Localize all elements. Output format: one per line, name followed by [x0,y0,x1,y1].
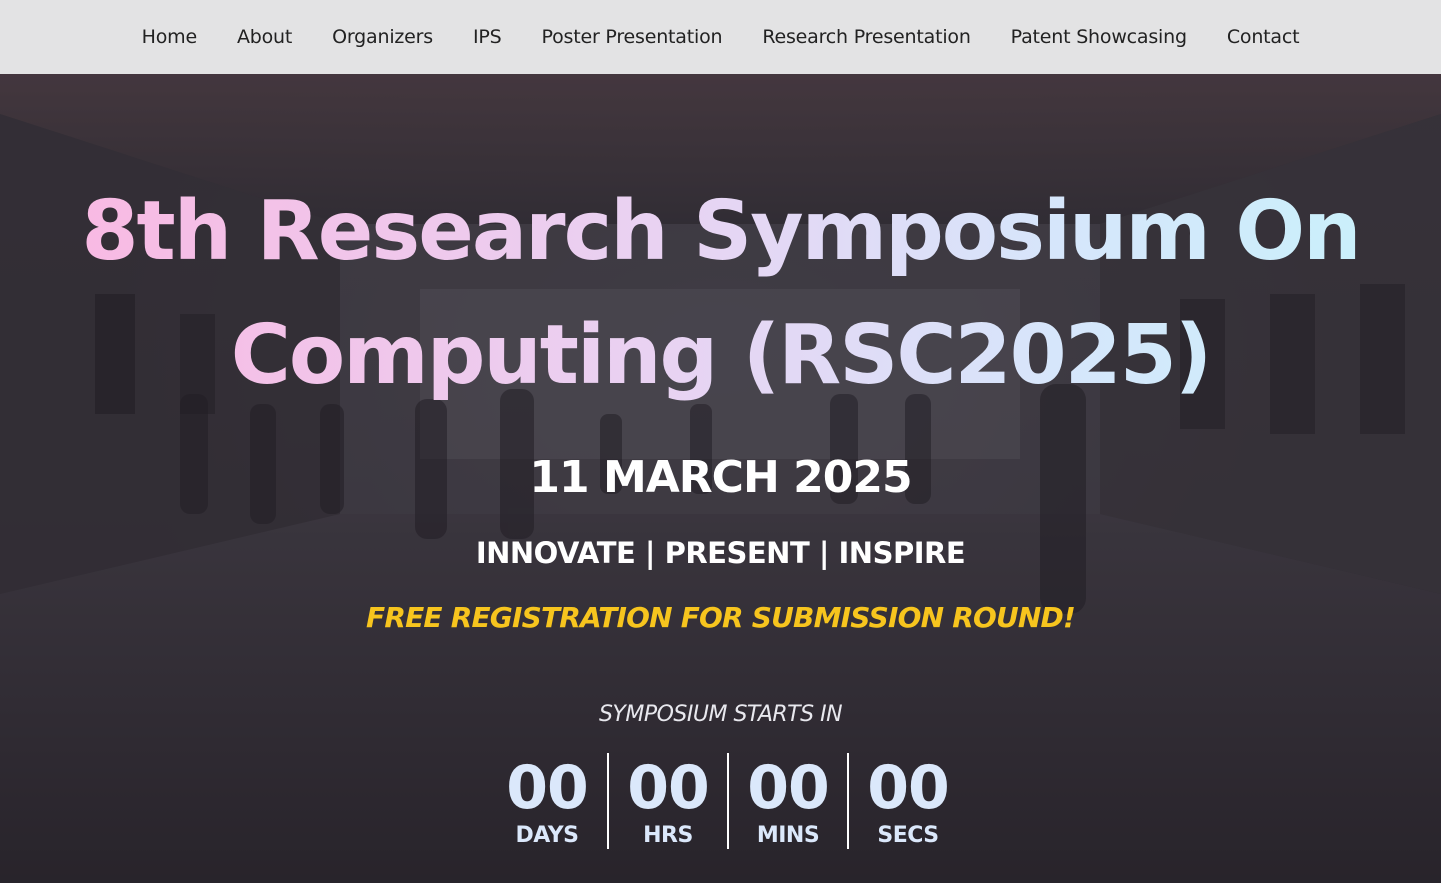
title-line-1: 8th Research Symposium On [81,184,1360,279]
nav-link-organizers[interactable]: Organizers [332,26,433,48]
countdown-seconds-label: SECS [877,823,939,848]
countdown-minutes: 00 MINS [727,753,847,849]
nav-link-ips[interactable]: IPS [473,26,502,48]
nav-links: Home About Organizers IPS Poster Present… [142,26,1300,48]
hero-content: 8th Research Symposium On Computing (RSC… [0,74,1441,883]
countdown-days: 00 DAYS [487,753,607,849]
countdown-seconds: 00 SECS [847,753,967,849]
free-registration-promo: FREE REGISTRATION FOR SUBMISSION ROUND! [366,601,1076,634]
nav-link-home[interactable]: Home [142,26,198,48]
event-tagline: INNOVATE | PRESENT | INSPIRE [475,536,966,570]
hero-section: 8th Research Symposium On Computing (RSC… [0,74,1441,883]
countdown-heading: SYMPOSIUM STARTS IN [598,702,843,727]
countdown-seconds-value: 00 [867,753,949,823]
top-navbar: Home About Organizers IPS Poster Present… [0,0,1441,74]
countdown-timer: 00 DAYS 00 HRS 00 MINS 00 SECS [487,753,968,849]
countdown-hours: 00 HRS [607,753,727,849]
countdown-hours-label: HRS [643,823,693,848]
countdown-minutes-value: 00 [747,753,829,823]
event-date: 11 MARCH 2025 [529,452,912,503]
nav-link-research-presentation[interactable]: Research Presentation [762,26,971,48]
countdown-days-label: DAYS [515,823,579,848]
symposium-title: 8th Research Symposium On Computing (RSC… [40,170,1401,418]
nav-link-contact[interactable]: Contact [1227,26,1300,48]
countdown-days-value: 00 [506,753,588,823]
countdown-hours-value: 00 [627,753,709,823]
nav-link-patent-showcasing[interactable]: Patent Showcasing [1011,26,1187,48]
title-line-2: Computing (RSC2025) [230,308,1211,403]
nav-link-about[interactable]: About [237,26,292,48]
countdown-minutes-label: MINS [756,823,820,848]
nav-link-poster-presentation[interactable]: Poster Presentation [542,26,723,48]
